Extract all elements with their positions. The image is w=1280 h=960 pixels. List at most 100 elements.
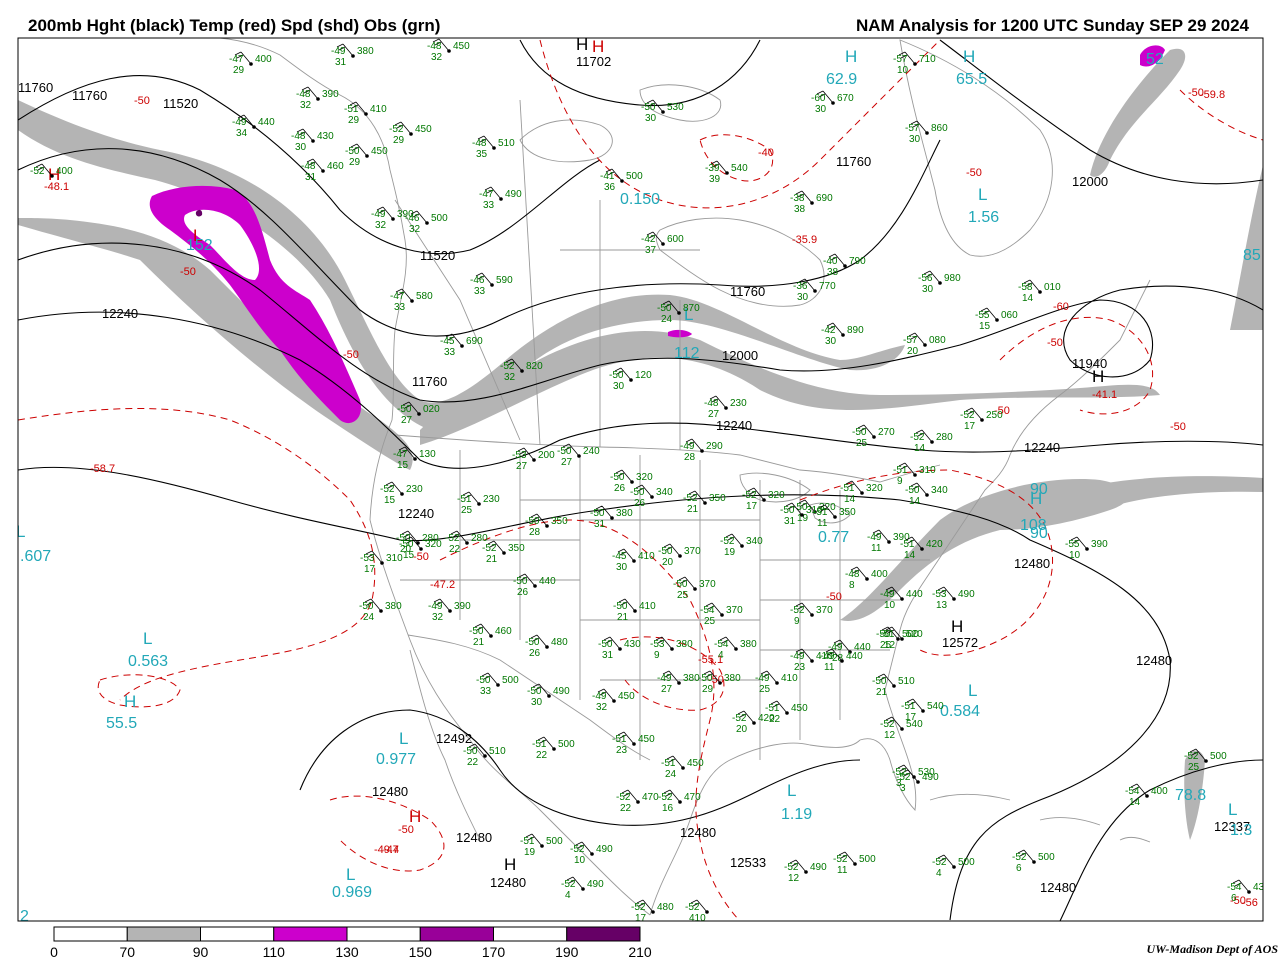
obs-temperature: -54: [1227, 882, 1242, 893]
legend-tick-label: 110: [262, 944, 285, 960]
obs-temperature: -52: [380, 484, 395, 495]
height-label: 12240: [1024, 440, 1060, 455]
high-marker: H: [592, 37, 604, 56]
obs-height: 430: [1253, 882, 1270, 893]
obs-dewpoint-depression: 33: [483, 200, 495, 211]
obs-dewpoint-depression: 22: [467, 757, 479, 768]
legend-swatch: [566, 926, 641, 942]
obs-temperature: -54: [714, 639, 729, 650]
obs-dewpoint-depression: 31: [305, 172, 317, 183]
obs-temperature: -51: [457, 494, 472, 505]
obs-height: 410: [370, 104, 387, 115]
obs-temperature: -49: [867, 532, 882, 543]
obs-height: 410: [638, 551, 655, 562]
obs-temperature: -50: [609, 370, 624, 381]
height-label: 11520: [163, 96, 198, 111]
obs-height: 410: [639, 601, 656, 612]
obs-temperature: -50: [641, 102, 656, 113]
obs-dewpoint-depression: 21: [486, 554, 498, 565]
obs-height: 450: [687, 758, 704, 769]
chart-title: 200mb Hght (black) Temp (red) Spd (shd) …: [28, 16, 441, 35]
obs-height: 370: [816, 605, 833, 616]
height-label: 12480: [1040, 880, 1076, 895]
temperature-label: -50: [343, 349, 359, 361]
legend-swatch: [346, 926, 421, 942]
wind-speed-value: 0.584: [940, 703, 980, 720]
legend-tick-label: 0: [50, 944, 58, 960]
obs-dewpoint-depression: 19: [724, 547, 736, 558]
obs-height: 370: [699, 579, 716, 590]
height-label: 12480: [1136, 653, 1172, 668]
obs-dewpoint-depression: 11: [871, 543, 882, 554]
obs-height: 370: [684, 546, 701, 557]
obs-temperature: -52: [389, 124, 404, 135]
low-marker: L: [399, 729, 408, 748]
obs-height: 690: [466, 336, 483, 347]
obs-temperature: -53: [512, 450, 527, 461]
wind-speed-value: .607: [20, 548, 51, 565]
temperature-label: -35.9: [792, 234, 817, 246]
obs-temperature: -47: [393, 449, 408, 460]
obs-height: 500: [1038, 852, 1055, 863]
obs-height: 480: [657, 902, 674, 913]
obs-height: 010: [1044, 282, 1061, 293]
obs-dewpoint-depression: 10: [574, 855, 586, 866]
obs-height: 380: [724, 673, 741, 684]
obs-temperature: -57: [905, 123, 920, 134]
obs-temperature: -50: [610, 472, 625, 483]
obs-temperature: -52: [960, 410, 975, 421]
obs-temperature: -50: [658, 546, 673, 557]
obs-height: 460: [495, 626, 512, 637]
obs-height: 340: [656, 487, 673, 498]
obs-temperature: -46: [405, 213, 420, 224]
obs-temperature: -48: [296, 89, 311, 100]
obs-temperature: -50: [598, 639, 613, 650]
obs-temperature: -52: [732, 713, 747, 724]
obs-temperature: -50: [872, 676, 887, 687]
obs-dewpoint-depression: 29: [233, 65, 245, 76]
obs-temperature: -48: [845, 569, 860, 580]
obs-dewpoint-depression: 38: [794, 204, 806, 215]
height-label: 11520: [420, 248, 455, 263]
obs-dewpoint-depression: 31: [602, 650, 614, 661]
obs-temperature: -49: [331, 46, 346, 57]
wind-speed-value: 62.9: [826, 71, 857, 88]
obs-dewpoint-depression: 19: [524, 847, 536, 858]
obs-temperature: -50: [698, 673, 713, 684]
obs-dewpoint-depression: 21: [473, 637, 485, 648]
obs-temperature: -50: [673, 579, 688, 590]
obs-dewpoint-depression: 30: [295, 142, 307, 153]
obs-height: 130: [419, 449, 436, 460]
obs-height: 320: [636, 472, 653, 483]
obs-dewpoint-depression: 25: [1188, 762, 1200, 773]
obs-height: 890: [847, 325, 864, 336]
temperature-label: -50: [1047, 337, 1063, 349]
height-label: 11760: [836, 154, 871, 169]
obs-dewpoint-depression: 28: [684, 452, 696, 463]
obs-temperature: -49: [755, 673, 770, 684]
obs-dewpoint-depression: 33: [394, 302, 406, 313]
obs-dewpoint-depression: 14: [909, 496, 921, 507]
obs-height: 540: [906, 719, 923, 730]
obs-temperature: -51: [813, 507, 828, 518]
legend-tick-label: 150: [408, 944, 432, 960]
obs-height: 280: [936, 432, 953, 443]
obs-height: 490: [505, 189, 522, 200]
obs-height: 350: [508, 543, 525, 554]
obs-temperature: -50: [905, 485, 920, 496]
obs-height: 380: [740, 639, 757, 650]
obs-height: 540: [927, 701, 944, 712]
obs-height: 310: [919, 465, 936, 476]
obs-dewpoint-depression: 32: [375, 220, 387, 231]
wind-speed-value: 55.5: [106, 715, 137, 732]
temperature-label: -40: [758, 147, 774, 159]
height-label: 11760: [18, 80, 53, 95]
obs-temperature: -47: [229, 54, 244, 65]
temperature-label: -50: [134, 95, 150, 107]
obs-height: 390: [1091, 539, 1108, 550]
obs-temperature: -45: [440, 336, 455, 347]
obs-temperature: -50: [852, 427, 867, 438]
obs-dewpoint-depression: 21: [617, 612, 629, 623]
obs-height: 350: [709, 493, 726, 504]
obs-dewpoint-depression: 8: [849, 580, 855, 591]
